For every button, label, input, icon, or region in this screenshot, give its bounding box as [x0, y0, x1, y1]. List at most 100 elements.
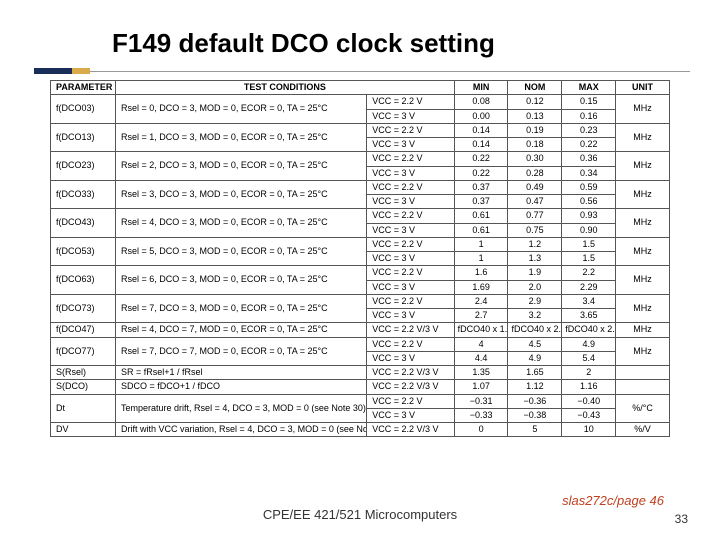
cell-min: 0.14 — [454, 123, 508, 137]
cell-nom: 0.12 — [508, 95, 562, 109]
cell-unit: %/°C — [616, 394, 670, 423]
col-max: MAX — [562, 81, 616, 95]
cell-nom: 1.65 — [508, 366, 562, 380]
cell-parameter: Dt — [51, 394, 116, 423]
cell-min: 4 — [454, 337, 508, 351]
cell-vcc: VCC = 2.2 V — [367, 237, 454, 251]
cell-min: 0.61 — [454, 223, 508, 237]
cell-unit: %/V — [616, 423, 670, 437]
cell-max: 0.36 — [562, 152, 616, 166]
cell-parameter: f(DCO73) — [51, 294, 116, 323]
cell-max: 4.9 — [562, 337, 616, 351]
cell-nom: −0.36 — [508, 394, 562, 408]
cell-unit: MHz — [616, 237, 670, 266]
cell-conditions: SR = fRsel+1 / fRsel — [116, 366, 367, 380]
cell-max: 0.59 — [562, 180, 616, 194]
cell-vcc: VCC = 3 V — [367, 195, 454, 209]
cell-conditions: Rsel = 4, DCO = 3, MOD = 0, ECOR = 0, TA… — [116, 209, 367, 238]
cell-parameter: f(DCO53) — [51, 237, 116, 266]
cell-max: 2.29 — [562, 280, 616, 294]
cell-min: 1.69 — [454, 280, 508, 294]
cell-parameter: f(DCO43) — [51, 209, 116, 238]
cell-min: −0.33 — [454, 408, 508, 422]
cell-conditions: Rsel = 7, DCO = 7, MOD = 0, ECOR = 0, TA… — [116, 337, 367, 366]
col-parameter: PARAMETER — [51, 81, 116, 95]
cell-min: 1.6 — [454, 266, 508, 280]
cell-max: 2.2 — [562, 266, 616, 280]
cell-parameter: S(DCO) — [51, 380, 116, 394]
cell-min: fDCO40 x 1.7 — [454, 323, 508, 337]
cell-vcc: VCC = 3 V — [367, 252, 454, 266]
cell-nom: 1.3 — [508, 252, 562, 266]
cell-vcc: VCC = 2.2 V/3 V — [367, 366, 454, 380]
cell-nom: 1.2 — [508, 237, 562, 251]
table-header-row: PARAMETER TEST CONDITIONS MIN NOM MAX UN… — [51, 81, 670, 95]
cell-nom: 0.49 — [508, 180, 562, 194]
cell-nom: 0.13 — [508, 109, 562, 123]
cell-unit — [616, 366, 670, 380]
cell-unit: MHz — [616, 337, 670, 366]
cell-min: 4.4 — [454, 351, 508, 365]
cell-vcc: VCC = 3 V — [367, 223, 454, 237]
cell-parameter: f(DCO47) — [51, 323, 116, 337]
cell-min: 0.22 — [454, 166, 508, 180]
cell-nom: 2.0 — [508, 280, 562, 294]
cell-parameter: f(DCO13) — [51, 123, 116, 152]
cell-max: 0.15 — [562, 95, 616, 109]
cell-min: 1.07 — [454, 380, 508, 394]
title-rule — [90, 71, 690, 72]
cell-min: 0.22 — [454, 152, 508, 166]
cell-vcc: VCC = 2.2 V — [367, 95, 454, 109]
table-row: S(DCO)SDCO = fDCO+1 / fDCOVCC = 2.2 V/3 … — [51, 380, 670, 394]
cell-max: 10 — [562, 423, 616, 437]
cell-nom: 2.9 — [508, 294, 562, 308]
cell-min: −0.31 — [454, 394, 508, 408]
cell-max: 1.5 — [562, 252, 616, 266]
cell-parameter: DV — [51, 423, 116, 437]
cell-min: 2.4 — [454, 294, 508, 308]
cell-unit: MHz — [616, 209, 670, 238]
cell-unit: MHz — [616, 323, 670, 337]
cell-vcc: VCC = 3 V — [367, 309, 454, 323]
col-nom: NOM — [508, 81, 562, 95]
cell-max: fDCO40 x 2.5 — [562, 323, 616, 337]
cell-nom: 4.9 — [508, 351, 562, 365]
table-row: f(DCO53)Rsel = 5, DCO = 3, MOD = 0, ECOR… — [51, 237, 670, 251]
table-row: f(DCO03)Rsel = 0, DCO = 3, MOD = 0, ECOR… — [51, 95, 670, 109]
cell-vcc: VCC = 2.2 V — [367, 123, 454, 137]
cell-min: 0.37 — [454, 180, 508, 194]
cell-vcc: VCC = 2.2 V/3 V — [367, 423, 454, 437]
cell-nom: 0.30 — [508, 152, 562, 166]
cell-vcc: VCC = 2.2 V — [367, 180, 454, 194]
cell-max: 3.4 — [562, 294, 616, 308]
cell-nom: 5 — [508, 423, 562, 437]
cell-parameter: f(DCO63) — [51, 266, 116, 295]
table-row: f(DCO73)Rsel = 7, DCO = 3, MOD = 0, ECOR… — [51, 294, 670, 308]
cell-parameter: f(DCO77) — [51, 337, 116, 366]
cell-nom: 4.5 — [508, 337, 562, 351]
cell-parameter: f(DCO33) — [51, 180, 116, 209]
cell-vcc: VCC = 3 V — [367, 408, 454, 422]
cell-max: 0.23 — [562, 123, 616, 137]
cell-vcc: VCC = 2.2 V — [367, 394, 454, 408]
cell-nom: 1.9 — [508, 266, 562, 280]
cell-parameter: S(Rsel) — [51, 366, 116, 380]
cell-conditions: Rsel = 0, DCO = 3, MOD = 0, ECOR = 0, TA… — [116, 95, 367, 124]
cell-vcc: VCC = 3 V — [367, 351, 454, 365]
cell-vcc: VCC = 2.2 V/3 V — [367, 323, 454, 337]
cell-vcc: VCC = 2.2 V/3 V — [367, 380, 454, 394]
cell-vcc: VCC = 2.2 V — [367, 152, 454, 166]
cell-vcc: VCC = 2.2 V — [367, 209, 454, 223]
spec-table: PARAMETER TEST CONDITIONS MIN NOM MAX UN… — [50, 80, 670, 437]
table-row: DtTemperature drift, Rsel = 4, DCO = 3, … — [51, 394, 670, 408]
cell-parameter: f(DCO03) — [51, 95, 116, 124]
cell-min: 2.7 — [454, 309, 508, 323]
cell-conditions: Rsel = 4, DCO = 7, MOD = 0, ECOR = 0, TA… — [116, 323, 367, 337]
cell-nom: 3.2 — [508, 309, 562, 323]
table-row: f(DCO63)Rsel = 6, DCO = 3, MOD = 0, ECOR… — [51, 266, 670, 280]
cell-max: 1.5 — [562, 237, 616, 251]
cell-min: 1 — [454, 252, 508, 266]
cell-max: 0.16 — [562, 109, 616, 123]
cell-conditions: Temperature drift, Rsel = 4, DCO = 3, MO… — [116, 394, 367, 423]
cell-conditions: Rsel = 6, DCO = 3, MOD = 0, ECOR = 0, TA… — [116, 266, 367, 295]
